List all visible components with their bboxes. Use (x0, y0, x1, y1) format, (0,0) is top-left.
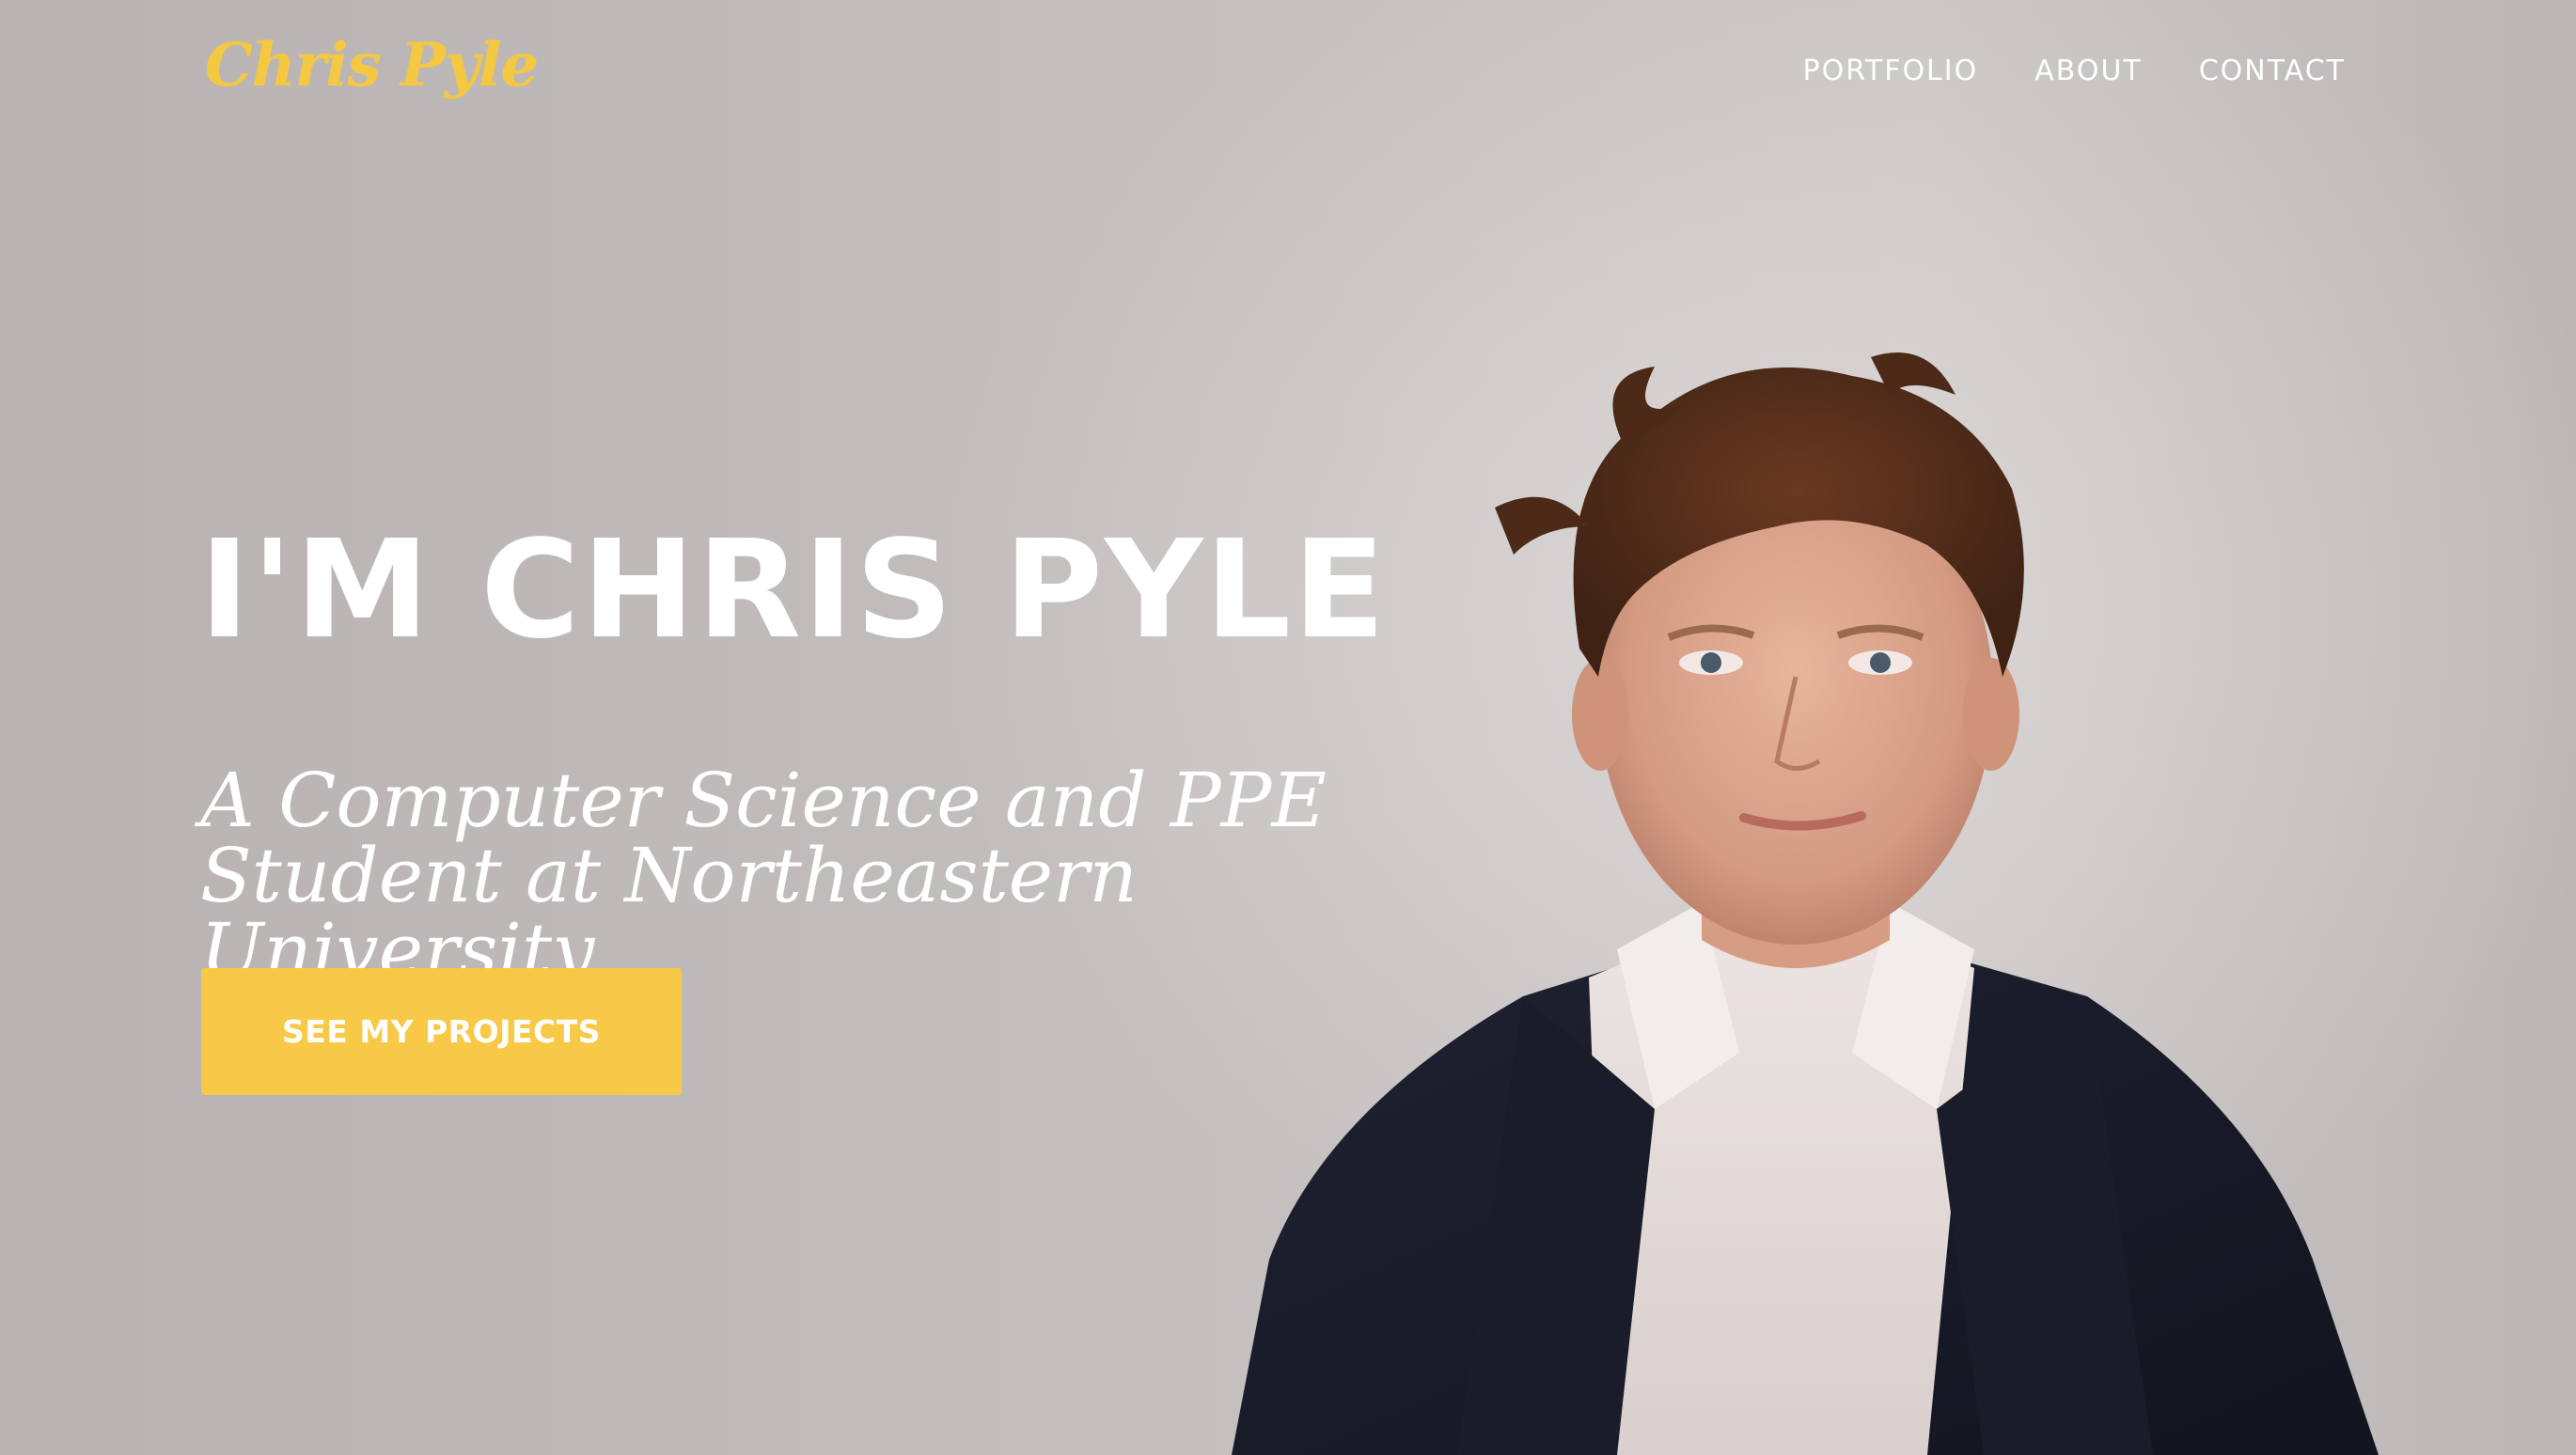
hero-subtitle: A Computer Science and PPE Student at No… (200, 763, 1516, 989)
top-nav: Chris Pyle PORTFOLIO ABOUT CONTACT (0, 0, 2576, 150)
nav-link-portfolio[interactable]: PORTFOLIO (1803, 55, 1979, 87)
site-logo[interactable]: Chris Pyle (205, 30, 539, 101)
see-projects-button[interactable]: SEE MY PROJECTS (201, 968, 682, 1095)
nav-links: PORTFOLIO ABOUT CONTACT (1803, 55, 2347, 87)
nav-link-about[interactable]: ABOUT (2034, 55, 2142, 87)
hero-title: I'M CHRIS PYLE (199, 510, 1388, 668)
nav-link-contact[interactable]: CONTACT (2199, 55, 2346, 87)
